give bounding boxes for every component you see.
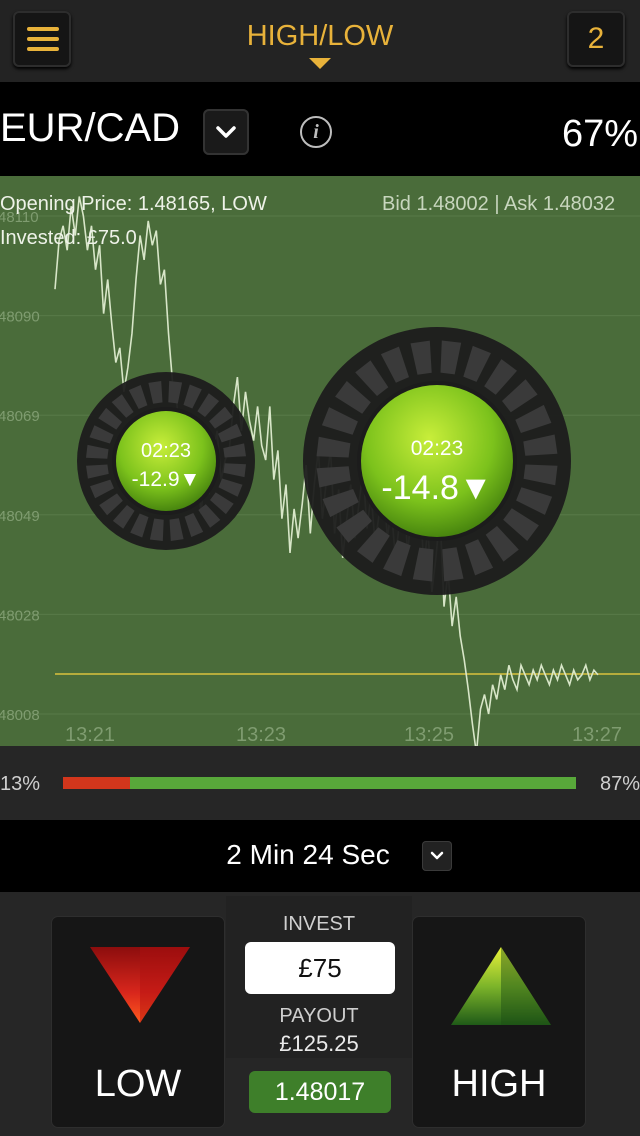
caret-down-icon[interactable] xyxy=(309,58,331,69)
y-tick-label: 48028 xyxy=(0,607,40,624)
info-icon[interactable]: i xyxy=(300,116,332,148)
trade-timer[interactable]: 02:23 -14.8▼ xyxy=(303,327,571,595)
chevron-down-icon xyxy=(216,126,236,138)
page-title[interactable]: HIGH/LOW xyxy=(0,20,640,53)
payout-percent: 67% xyxy=(561,113,638,155)
x-tick-label: 13:25 xyxy=(404,724,454,746)
low-label: LOW xyxy=(94,1063,182,1105)
down-arrow-icon xyxy=(90,947,190,1023)
chevron-down-icon xyxy=(430,851,444,860)
high-label: HIGH xyxy=(451,1063,547,1105)
timer-time: 02:23 xyxy=(141,440,191,462)
timer-time: 02:23 xyxy=(411,437,464,460)
high-sentiment-percent: 87% xyxy=(600,773,640,795)
payout-value: £125.25 xyxy=(279,1031,359,1056)
chart-canvas: 481104809048069480494802848008 13:21 13:2… xyxy=(0,196,640,746)
timer-value: -14.8▼ xyxy=(381,469,492,507)
y-tick-label: 48008 xyxy=(0,707,40,724)
current-price-badge: 1.48017 xyxy=(249,1071,391,1113)
asset-dropdown-button[interactable] xyxy=(203,109,249,155)
low-button[interactable]: LOW xyxy=(52,917,224,1127)
y-tick-label: 48090 xyxy=(0,309,40,326)
low-sentiment-percent: 13% xyxy=(0,773,41,795)
open-trades-count-button[interactable]: 2 xyxy=(567,11,625,67)
bid-ask-label: Bid 1.48002 | Ask 1.48032 xyxy=(382,193,616,215)
opening-price-label: Opening Price: 1.48165, LOW xyxy=(0,193,267,215)
sentiment-bar-low-fill xyxy=(63,777,130,789)
y-tick-label: 48069 xyxy=(0,408,40,425)
x-tick-label: 13:21 xyxy=(65,724,115,746)
price-chart[interactable]: 48110 48090 48069 48049 48028 48008 13:21 13:2… xyxy=(0,176,640,746)
asset-name[interactable]: EUR/CAD xyxy=(0,106,180,151)
x-tick-label: 13:23 xyxy=(236,724,286,746)
trade-timer[interactable]: 02:23 -12.9▼ xyxy=(77,372,255,550)
y-tick-label: 48049 xyxy=(0,508,40,525)
expiry-time[interactable]: 2 Min 24 Sec xyxy=(0,839,640,871)
timer-face xyxy=(361,385,513,537)
invest-label: INVEST xyxy=(282,913,356,935)
invest-amount-input[interactable] xyxy=(245,942,395,994)
timer-value: -12.9▼ xyxy=(132,468,201,491)
x-tick-label: 13:27 xyxy=(572,724,622,746)
invested-label: Invested: £75.0 xyxy=(0,227,137,249)
up-arrow-icon xyxy=(451,947,551,1025)
sentiment-bar xyxy=(63,777,576,789)
high-button[interactable]: HIGH xyxy=(413,917,585,1127)
expiry-dropdown-button[interactable] xyxy=(422,841,452,871)
payout-label: PAYOUT xyxy=(279,1005,359,1027)
